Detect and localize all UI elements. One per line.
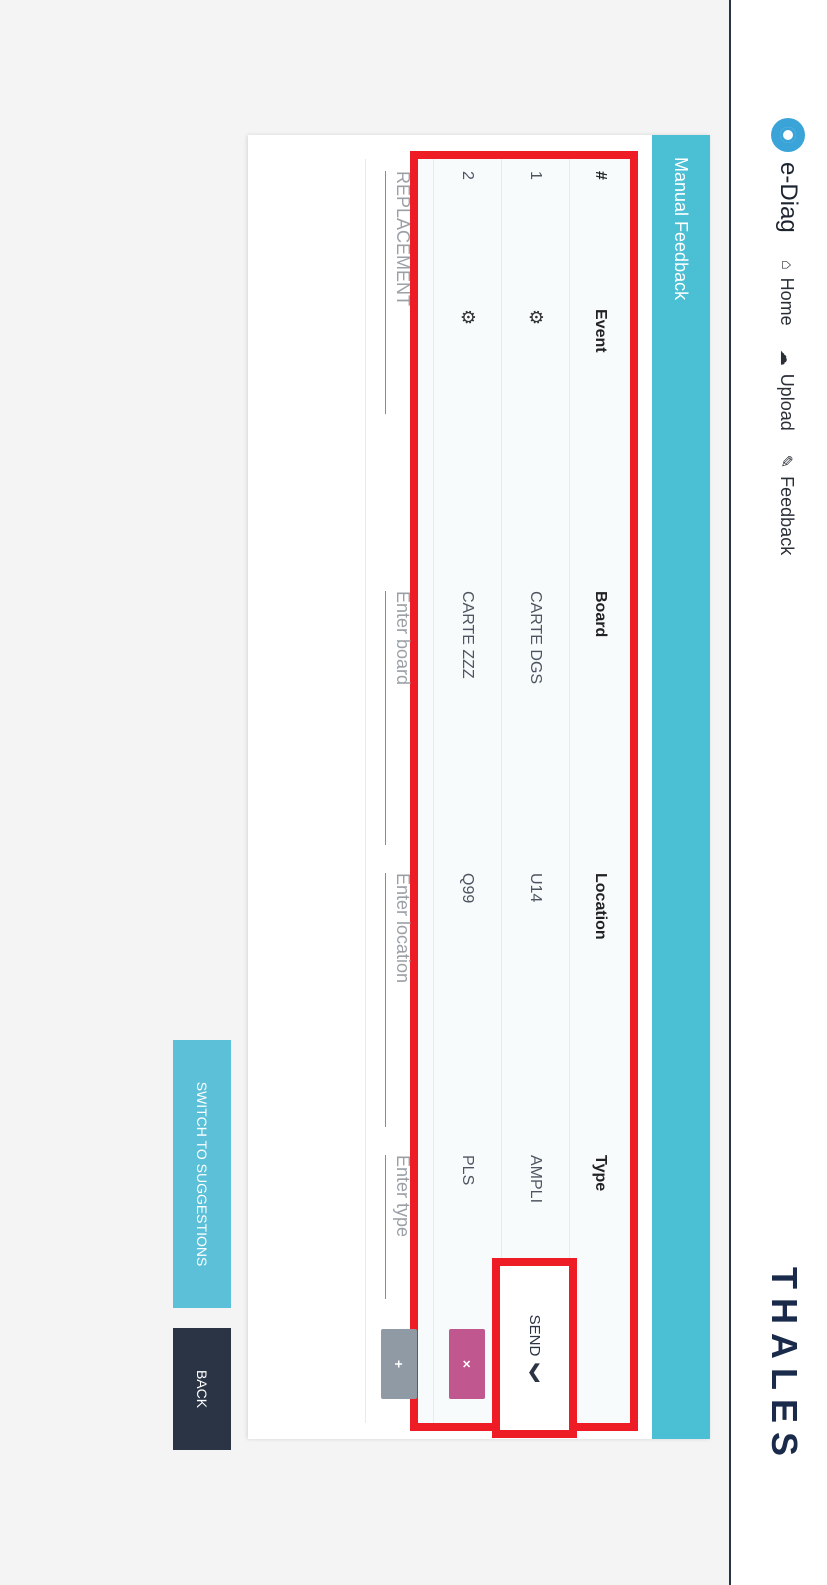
event-select[interactable]: REPLACEMENT [385,171,414,414]
col-board: Board [592,591,609,638]
type-input[interactable]: Enter type [385,1155,414,1299]
switch-to-suggestions-button[interactable]: SWITCH TO SUGGESTIONS [173,1040,231,1308]
app-logo[interactable]: e-Diag [771,118,805,233]
table-header: # Event Board Location Type [569,159,630,1423]
new-row-form: REPLACEMENT Enter board Enter location E… [365,159,433,1423]
board-input[interactable]: Enter board [385,591,414,845]
col-type: Type [592,1155,609,1192]
brand-logo: THALES [764,1267,805,1465]
feedback-table: # Event Board Location Type 1 ⚙ CARTE DG… [365,151,638,1431]
row-location: Q99 [459,873,477,904]
row-action: × [449,1315,486,1413]
row-board: CARTE ZZZ [459,591,477,679]
event-icon: ⚙ [526,309,546,326]
location-input[interactable]: Enter location [385,873,414,1127]
col-event: Event [592,309,609,353]
new-board-cell: Enter board [385,591,414,873]
row-num: 2 [459,171,477,180]
chevron-right-icon: ❯ [526,1364,543,1385]
new-location-cell: Enter location [385,873,414,1155]
event-icon: ⚙ [458,309,478,326]
row-num: 1 [527,171,545,180]
send-button[interactable]: SEND ❯ [492,1258,577,1438]
top-nav: e-Diag ⌂ Home ☁ Upload ✎ Feedback THALES [729,0,827,1585]
new-event-select-cell: REPLACEMENT [385,159,414,441]
nav-item-upload[interactable]: ☁ Upload [776,350,797,431]
row-board: CARTE DGS [527,591,545,685]
manual-feedback-card: Manual Feedback # Event Board Location T… [248,135,710,1439]
row-location: U14 [527,873,545,903]
send-label: SEND [526,1314,543,1357]
row-event: ⚙ [525,309,546,591]
col-location: Location [592,873,609,940]
nav-feedback-label: Feedback [777,476,797,556]
table-row: 2 ⚙ CARTE ZZZ Q99 PLS × [433,159,501,1423]
table-row: 1 ⚙ CARTE DGS U14 AMPLI × [501,159,569,1423]
new-type-cell: Enter type [385,1155,414,1315]
nav-item-feedback[interactable]: ✎ Feedback [776,455,797,555]
app-name: e-Diag [775,162,802,233]
page: e-Diag ⌂ Home ☁ Upload ✎ Feedback THALES… [0,0,827,1585]
new-row-action: + [381,1315,418,1413]
col-num: # [592,171,609,180]
feedback-icon: ✎ [777,454,795,469]
nav-home-label: Home [777,277,797,326]
row-type: PLS [459,1155,477,1186]
upload-icon: ☁ [777,349,795,366]
back-button[interactable]: BACK [173,1328,231,1450]
logo-icon [771,118,805,152]
card-title: Manual Feedback [652,135,710,1439]
nav-upload-label: Upload [777,373,797,431]
row-event: ⚙ [457,309,478,591]
nav-item-home[interactable]: ⌂ Home [776,260,797,326]
nav-menu: ⌂ Home ☁ Upload ✎ Feedback [776,260,797,555]
home-icon: ⌂ [778,260,796,270]
add-row-button[interactable]: + [381,1329,418,1399]
remove-row-button[interactable]: × [449,1329,486,1399]
